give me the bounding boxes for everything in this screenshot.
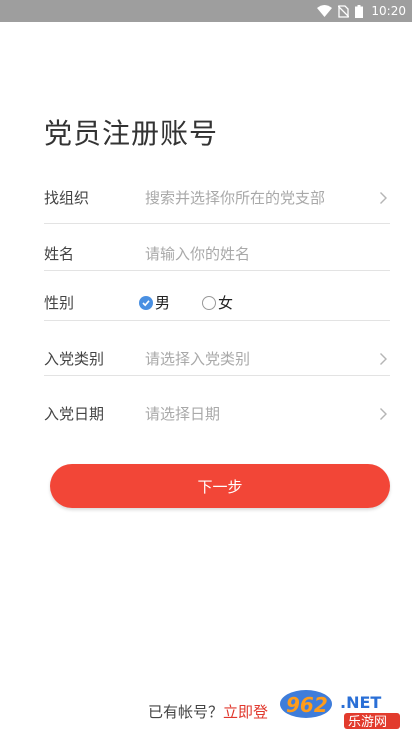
watermark-site-name: 乐游网 <box>348 715 387 730</box>
chevron-right-icon <box>380 353 387 365</box>
status-bar: 10:20 <box>0 0 412 22</box>
category-field[interactable]: 入党类别 请选择入党类别 <box>44 326 390 376</box>
radio-checked-icon <box>139 296 153 310</box>
gender-option-label: 男 <box>155 294 171 312</box>
login-prompt: 已有帐号？立即登 <box>148 702 268 722</box>
gender-option-male[interactable]: 男 <box>139 293 170 313</box>
date-field[interactable]: 入党日期 请选择日期 <box>44 381 390 431</box>
battery-icon <box>355 4 364 18</box>
next-step-button[interactable]: 下一步 <box>50 464 390 508</box>
gender-field: 性别 男 女 <box>44 271 390 321</box>
name-field[interactable]: 姓名 请输入你的姓名 <box>44 221 390 271</box>
name-label: 姓名 <box>44 245 75 263</box>
category-label: 入党类别 <box>44 350 105 368</box>
no-sim-icon <box>338 4 350 18</box>
date-placeholder: 请选择日期 <box>145 405 221 423</box>
status-time: 10:20 <box>371 4 406 18</box>
chevron-right-icon <box>380 408 387 420</box>
gender-label: 性别 <box>44 294 75 312</box>
chevron-right-icon <box>380 192 387 204</box>
organization-field[interactable]: 找组织 搜索并选择你所在的党支部 <box>44 174 390 224</box>
date-label: 入党日期 <box>44 405 105 423</box>
status-icons: 10:20 <box>317 3 406 19</box>
radio-unchecked-icon <box>202 296 216 310</box>
watermark-962: 962 <box>286 693 328 717</box>
next-step-label: 下一步 <box>197 477 243 496</box>
login-link[interactable]: 立即登 <box>223 703 268 721</box>
name-input[interactable]: 请输入你的姓名 <box>145 244 250 264</box>
gender-option-label: 女 <box>218 294 234 312</box>
wifi-icon <box>317 5 333 17</box>
watermark-net: .NET <box>340 693 381 712</box>
login-prompt-text: 已有帐号？ <box>148 703 224 721</box>
page-title: 党员注册账号 <box>44 117 219 150</box>
organization-placeholder: 搜索并选择你所在的党支部 <box>145 189 326 207</box>
watermark-logo: 962 .NET 乐游网 <box>280 688 402 730</box>
organization-label: 找组织 <box>44 189 90 207</box>
category-placeholder: 请选择入党类别 <box>145 350 251 368</box>
gender-option-female[interactable]: 女 <box>202 293 233 313</box>
